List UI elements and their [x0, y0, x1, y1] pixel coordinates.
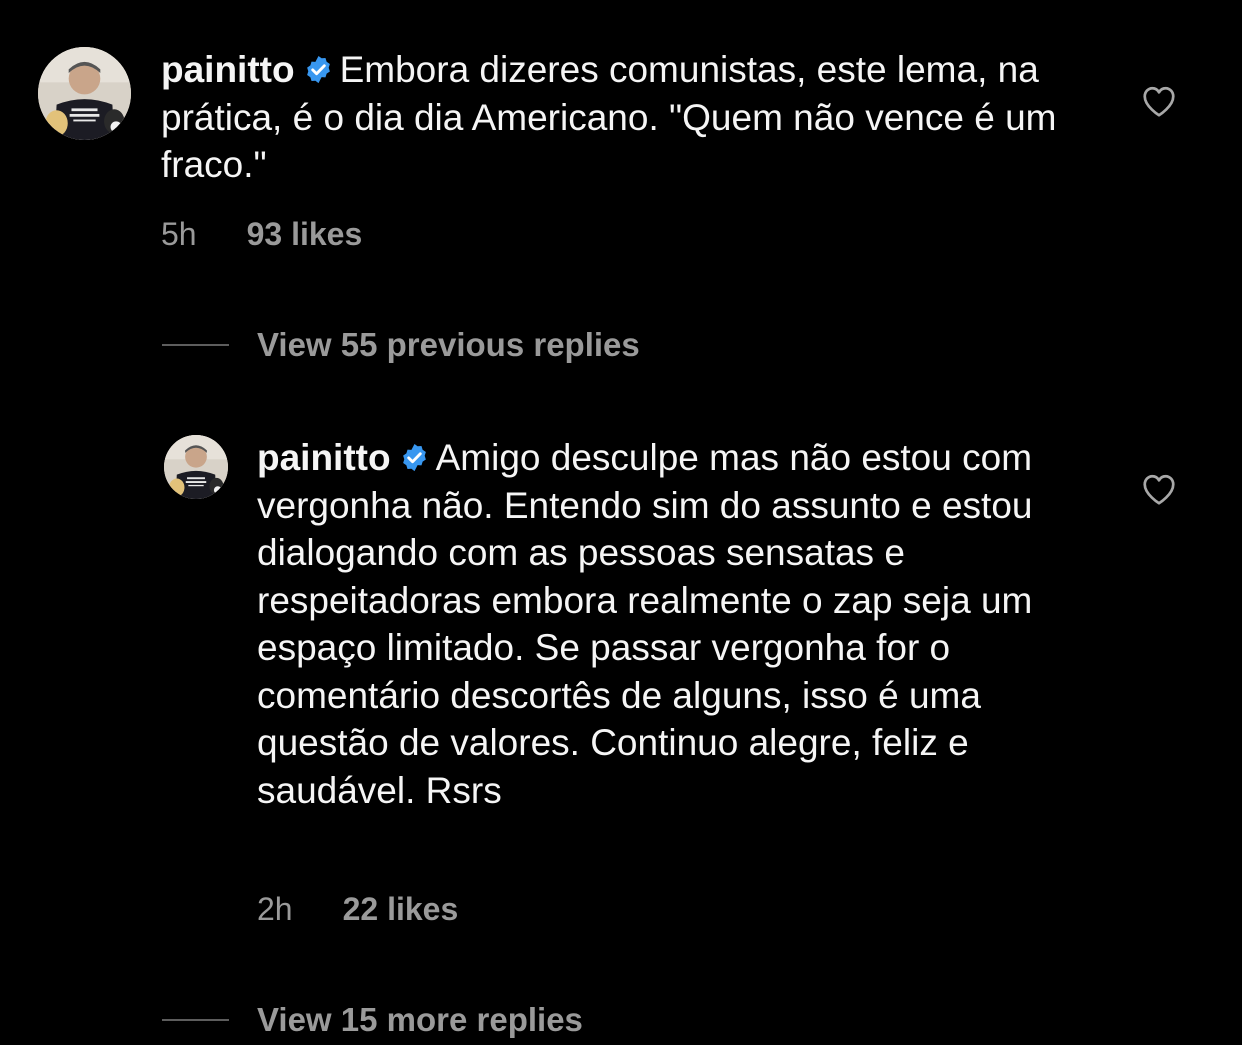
divider-line	[162, 344, 229, 346]
comment-body: painitto Amigo desculpe mas não estou co…	[257, 434, 1087, 814]
view-more-replies-label: View 15 more replies	[257, 1001, 583, 1038]
comment-likes[interactable]: 93 likes	[247, 216, 363, 252]
comment-text: Amigo desculpe mas não estou com vergonh…	[257, 437, 1033, 811]
view-more-replies-button[interactable]: View 15 more replies	[162, 1001, 583, 1039]
verified-badge-icon	[399, 442, 430, 473]
avatar[interactable]	[38, 47, 131, 140]
view-previous-replies-button[interactable]: View 55 previous replies	[162, 326, 640, 364]
comment-meta: 5h 93 likes	[161, 216, 362, 253]
divider-line	[162, 1019, 229, 1021]
comment-text: Embora dizeres comunistas, este lema, na…	[161, 49, 1057, 185]
comment-time: 2h	[257, 891, 293, 927]
heart-outline-icon[interactable]	[1141, 472, 1177, 506]
comment-time: 5h	[161, 216, 197, 252]
view-previous-replies-label: View 55 previous replies	[257, 326, 640, 363]
verified-badge-icon	[303, 54, 334, 85]
avatar-image	[164, 435, 228, 499]
comment-username[interactable]: painitto	[161, 49, 295, 90]
comment-body: painitto Embora dizeres comunistas, este…	[161, 46, 1081, 189]
heart-outline-icon[interactable]	[1141, 84, 1177, 118]
avatar-image	[38, 47, 131, 140]
avatar[interactable]	[164, 435, 228, 499]
comment-meta: 2h 22 likes	[257, 891, 458, 928]
comment-likes[interactable]: 22 likes	[343, 891, 459, 927]
comment-username[interactable]: painitto	[257, 437, 391, 478]
